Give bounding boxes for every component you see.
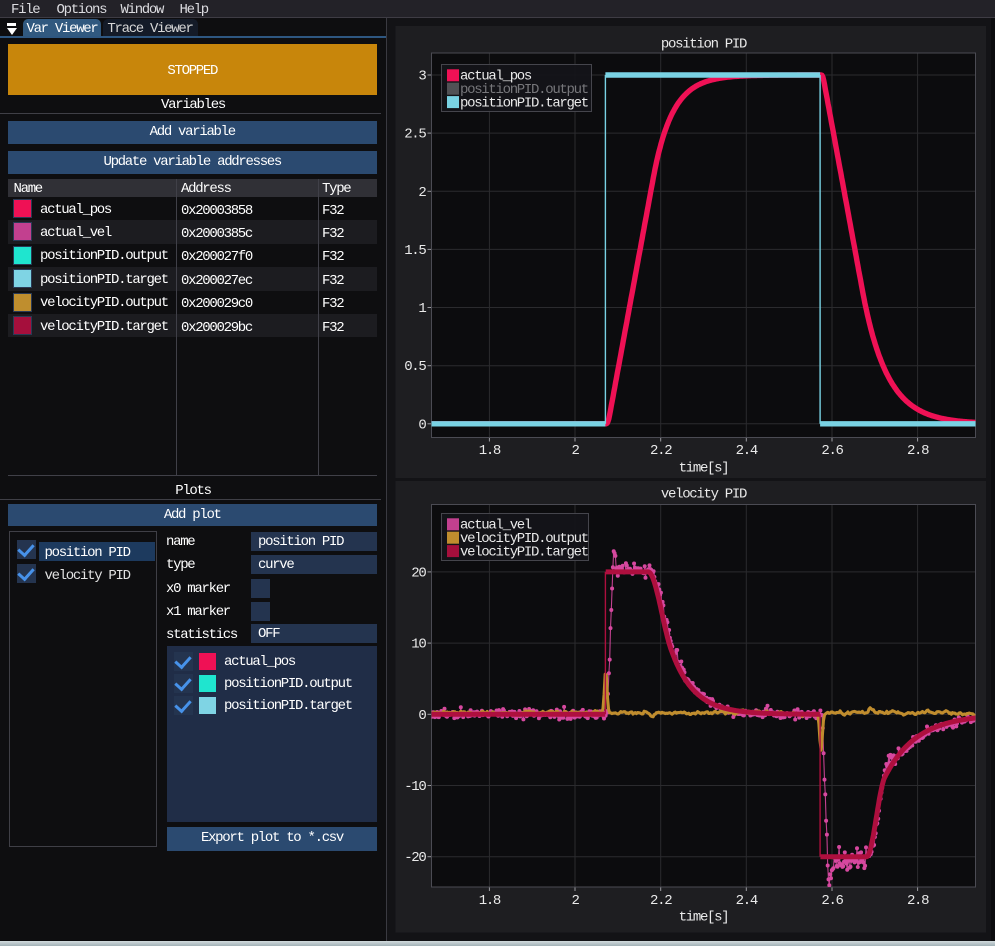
svg-text:2.4: 2.4 — [736, 443, 758, 459]
svg-text:2: 2 — [571, 443, 579, 459]
svg-text:1.8: 1.8 — [479, 443, 501, 459]
svg-text:position PID: position PID — [661, 37, 747, 53]
svg-text:3: 3 — [418, 69, 426, 85]
svg-text:10: 10 — [411, 637, 426, 653]
svg-text:0: 0 — [418, 708, 426, 724]
svg-text:2.8: 2.8 — [907, 443, 929, 459]
svg-text:1.5: 1.5 — [404, 243, 426, 259]
svg-text:0: 0 — [418, 417, 426, 433]
svg-text:positionPID.target: positionPID.target — [460, 95, 588, 111]
svg-text:2: 2 — [418, 185, 426, 201]
svg-text:20: 20 — [411, 565, 426, 581]
svg-text:2.8: 2.8 — [907, 893, 929, 909]
svg-text:time[s]: time[s] — [679, 910, 729, 926]
svg-text:velocity PID: velocity PID — [661, 487, 747, 503]
svg-text:2.6: 2.6 — [821, 443, 843, 459]
svg-text:velocityPID.target: velocityPID.target — [460, 544, 588, 560]
svg-text:2.2: 2.2 — [650, 443, 672, 459]
svg-text:0.5: 0.5 — [404, 359, 426, 375]
svg-text:2.4: 2.4 — [736, 893, 758, 909]
svg-text:1: 1 — [418, 301, 426, 317]
svg-text:-20: -20 — [404, 850, 426, 866]
svg-text:2.2: 2.2 — [650, 893, 672, 909]
svg-text:2.6: 2.6 — [821, 893, 843, 909]
svg-text:time[s]: time[s] — [679, 461, 729, 477]
svg-text:2: 2 — [571, 893, 579, 909]
svg-text:1.8: 1.8 — [479, 893, 501, 909]
svg-text:2.5: 2.5 — [404, 127, 426, 143]
svg-text:-10: -10 — [404, 779, 426, 795]
